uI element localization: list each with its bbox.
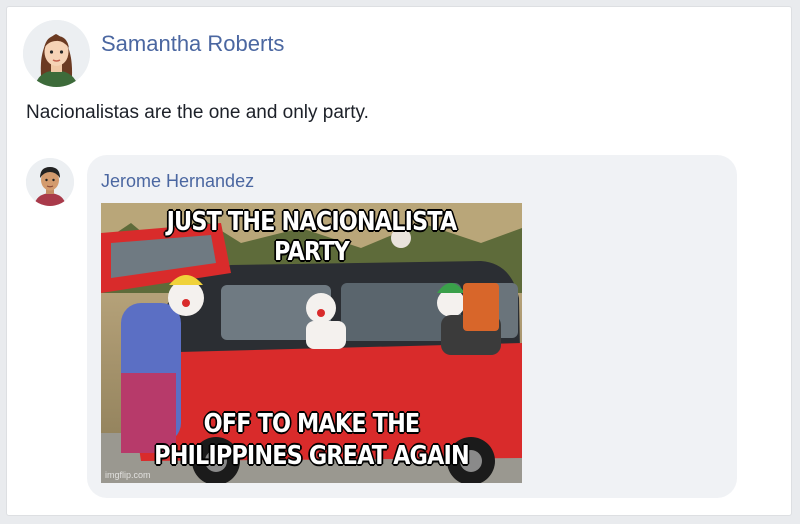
- meme-bottom-caption-line2: PHILIPPINES GREAT AGAIN: [154, 441, 469, 471]
- author-avatar[interactable]: [23, 20, 90, 87]
- meme-top-caption: JUST THE NACIONALISTA PARTY: [166, 207, 458, 267]
- post-author-name[interactable]: Samantha Roberts: [101, 31, 284, 57]
- meme-image[interactable]: JUST THE NACIONALISTA PARTY OFF TO MAKE …: [101, 203, 522, 483]
- meme-bottom-caption-line1: OFF TO MAKE THE: [203, 409, 421, 439]
- comment-author-name[interactable]: Jerome Hernandez: [101, 171, 254, 192]
- post-card: Samantha Roberts Nacionalistas are the o…: [6, 6, 792, 516]
- meme-watermark: imgflip.com: [105, 470, 151, 480]
- comment-bubble: Jerome Hernandez JUST THE NACIONALISTA P…: [87, 155, 737, 498]
- commenter-avatar[interactable]: [26, 158, 74, 206]
- post-text: Nacionalistas are the one and only party…: [26, 102, 369, 123]
